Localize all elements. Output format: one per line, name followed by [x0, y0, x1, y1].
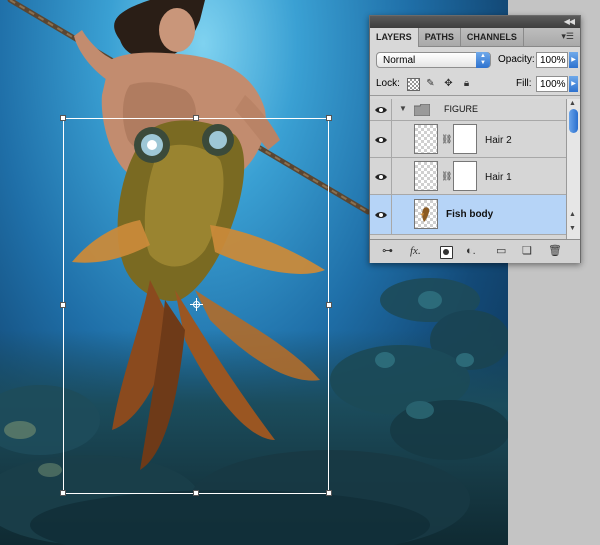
fill-label: Fill:: [516, 78, 532, 89]
eye-icon: [375, 212, 387, 218]
layer-thumbnail: [414, 161, 438, 191]
layer-row-fish-body[interactable]: Fish body: [370, 195, 566, 235]
adjustment-layer-icon[interactable]: ◐.: [466, 244, 476, 258]
eye-icon: [375, 174, 387, 180]
lock-position-icon[interactable]: ✥: [443, 78, 454, 89]
tab-layers[interactable]: LAYERS: [370, 28, 419, 47]
visibility-toggle[interactable]: [370, 121, 392, 157]
panel-titlebar[interactable]: ◀◀: [370, 16, 580, 28]
layers-scrollbar[interactable]: ▲ ▲ ▼: [566, 99, 580, 239]
layers-panel: ◀◀ LAYERS PATHS CHANNELS ▾☰ Normal ▲ ▼ Op…: [369, 15, 581, 263]
tab-channels[interactable]: CHANNELS: [461, 28, 524, 46]
blend-mode-value: Normal: [383, 55, 416, 66]
layers-list: ▼ FIGURE ⛓ Hair 2 ⛓ Hair 1 Fish body: [370, 99, 566, 239]
scroll-up-icon[interactable]: ▲: [569, 211, 576, 218]
expand-triangle-icon[interactable]: ▼: [399, 104, 407, 113]
transform-handle-middle-left[interactable]: [60, 302, 66, 308]
panel-menu-icon[interactable]: ▾☰: [561, 31, 574, 42]
trash-icon[interactable]: 🗑︎: [548, 244, 562, 258]
lock-label: Lock:: [376, 78, 400, 89]
lock-row: Lock: ✎ ✥ 🔒︎ Fill: 100% ▶: [370, 73, 580, 96]
new-layer-icon[interactable]: ❏: [522, 244, 532, 258]
opacity-label: Opacity:: [498, 54, 535, 65]
layer-thumbnail: [414, 199, 438, 229]
eye-icon: [375, 137, 387, 143]
new-group-icon[interactable]: ▭: [496, 244, 506, 258]
blend-row: Normal ▲ ▼ Opacity: 100% ▶: [370, 47, 580, 73]
scrollbar-thumb[interactable]: [569, 109, 578, 133]
layer-name: Hair 2: [485, 135, 512, 146]
layer-name: Fish body: [446, 209, 494, 220]
layer-row-hair-2[interactable]: ⛓ Hair 2: [370, 121, 566, 158]
transform-handle-bottom-center[interactable]: [193, 490, 199, 496]
layer-row-hair-1[interactable]: ⛓ Hair 1: [370, 158, 566, 195]
transform-handle-bottom-right[interactable]: [326, 490, 332, 496]
panel-tabs: LAYERS PATHS CHANNELS ▾☰: [370, 28, 580, 47]
panel-footer: ⊶ fx. ◐. ▭ ❏ 🗑︎: [370, 239, 580, 263]
mask-link-icon[interactable]: ⛓: [441, 134, 452, 145]
layer-mask-thumbnail[interactable]: [453, 124, 477, 154]
blend-mode-select[interactable]: Normal ▲ ▼: [376, 52, 491, 68]
visibility-toggle[interactable]: [370, 99, 392, 120]
transform-handle-top-right[interactable]: [326, 115, 332, 121]
scroll-down-icon[interactable]: ▼: [569, 225, 576, 232]
visibility-toggle[interactable]: [370, 195, 392, 234]
select-arrows-icon[interactable]: ▲ ▼: [476, 52, 490, 68]
tab-paths[interactable]: PATHS: [419, 28, 461, 46]
transform-reference-point-icon[interactable]: [190, 298, 203, 311]
fx-icon[interactable]: fx.: [410, 244, 421, 258]
eye-icon: [375, 107, 387, 113]
fill-input[interactable]: 100%: [536, 76, 568, 92]
transform-handle-middle-right[interactable]: [326, 302, 332, 308]
layer-name: FIGURE: [444, 104, 479, 114]
transform-handle-top-center[interactable]: [193, 115, 199, 121]
transform-handle-bottom-left[interactable]: [60, 490, 66, 496]
link-layers-icon[interactable]: ⊶: [382, 244, 393, 258]
lock-transparent-pixels-icon[interactable]: [407, 78, 420, 91]
add-mask-icon[interactable]: [440, 246, 453, 259]
lock-all-icon[interactable]: 🔒︎: [461, 78, 472, 89]
collapse-panel-icon[interactable]: ◀◀: [564, 17, 575, 26]
transform-handle-top-left[interactable]: [60, 115, 66, 121]
fill-dropdown-icon[interactable]: ▶: [569, 76, 578, 92]
fish-thumbnail-art: [420, 207, 430, 222]
folder-icon: [414, 104, 430, 116]
layer-mask-thumbnail[interactable]: [453, 161, 477, 191]
scroll-up-icon[interactable]: ▲: [569, 100, 576, 107]
visibility-toggle[interactable]: [370, 158, 392, 194]
layer-row-figure[interactable]: ▼ FIGURE: [370, 99, 566, 121]
layer-name: Hair 1: [485, 172, 512, 183]
lock-image-pixels-icon[interactable]: ✎: [425, 78, 436, 89]
mask-link-icon[interactable]: ⛓: [441, 171, 452, 182]
layer-thumbnail: [414, 124, 438, 154]
opacity-input[interactable]: 100%: [536, 52, 568, 68]
opacity-dropdown-icon[interactable]: ▶: [569, 52, 578, 68]
